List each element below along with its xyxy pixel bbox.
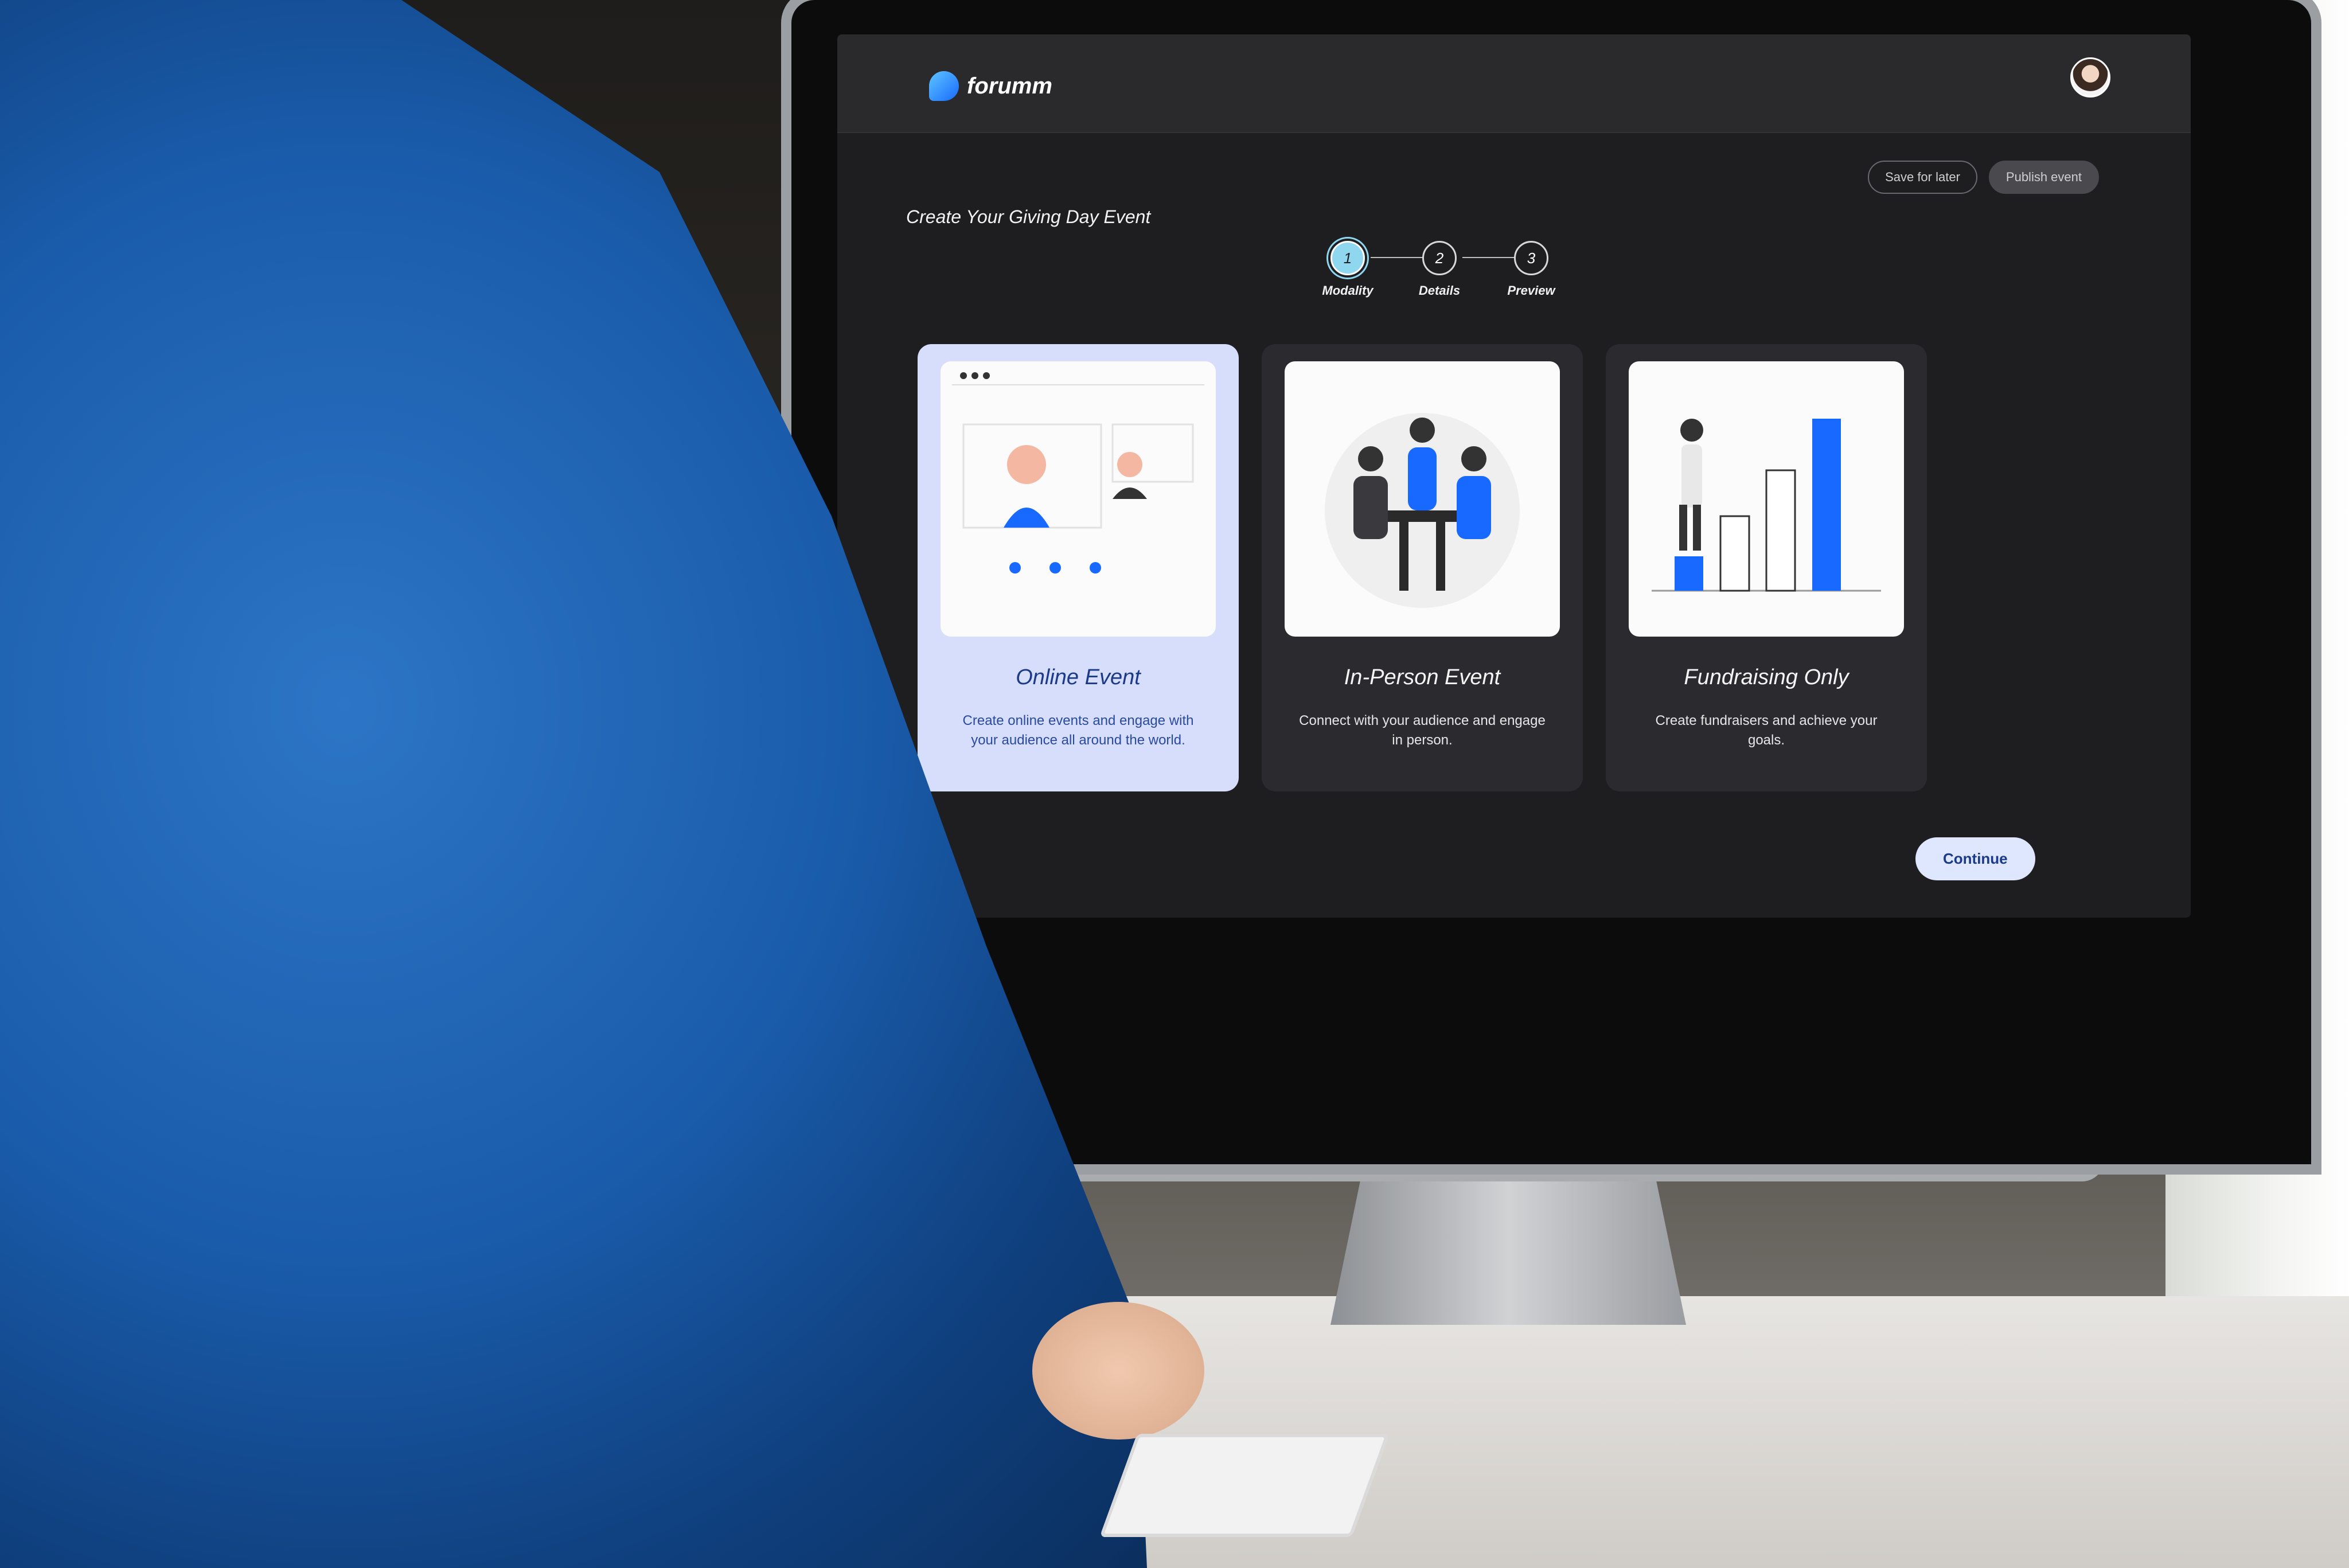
header-actions: Save for later Publish event (1868, 161, 2099, 194)
hand (1032, 1302, 1204, 1440)
publish-event-button[interactable]: Publish event (1988, 161, 2099, 194)
app-screen: forumm Save for later Publish event Crea… (837, 34, 2191, 918)
option-card-fundraising[interactable]: Fundraising Only Create fundraisers and … (1606, 344, 1927, 791)
option-title: Fundraising Only (1684, 665, 1849, 689)
meeting-illustration-icon (1285, 361, 1560, 637)
top-bar: forumm (837, 34, 2191, 133)
option-card-online[interactable]: Online Event Create online events and en… (918, 344, 1239, 791)
step-label: Preview (1507, 283, 1555, 298)
user-avatar[interactable] (2070, 57, 2110, 97)
continue-button[interactable]: Continue (1915, 837, 2035, 880)
step-preview[interactable]: 3 Preview (1497, 241, 1566, 298)
video-call-illustration-icon (941, 361, 1216, 637)
brand-logo[interactable]: forumm (929, 71, 1052, 101)
option-description: Create fundraisers and achieve your goal… (1655, 713, 1878, 748)
option-title: In-Person Event (1344, 665, 1501, 689)
option-title: Online Event (1016, 665, 1141, 689)
step-number: 2 (1422, 241, 1457, 275)
save-for-later-button[interactable]: Save for later (1868, 161, 1977, 194)
keyboard (1099, 1434, 1390, 1537)
step-modality[interactable]: 1 Modality (1313, 241, 1382, 298)
step-details[interactable]: 2 Details (1405, 241, 1474, 298)
stepper: 1 Modality 2 Details 3 Preview (1313, 241, 1589, 304)
option-description: Create online events and engage with you… (962, 713, 1194, 748)
growth-chart-illustration-icon (1629, 361, 1904, 637)
option-card-in-person[interactable]: In-Person Event Connect with your audien… (1262, 344, 1583, 791)
step-number: 3 (1514, 241, 1548, 275)
modality-options: Online Event Create online events and en… (918, 344, 1927, 791)
brand-name: forumm (967, 73, 1052, 99)
page-title: Create Your Giving Day Event (906, 206, 1151, 227)
logo-icon (929, 71, 959, 101)
option-description: Connect with your audience and engage in… (1299, 713, 1546, 748)
step-label: Modality (1322, 283, 1373, 298)
step-label: Details (1418, 283, 1461, 298)
step-number: 1 (1330, 241, 1365, 275)
